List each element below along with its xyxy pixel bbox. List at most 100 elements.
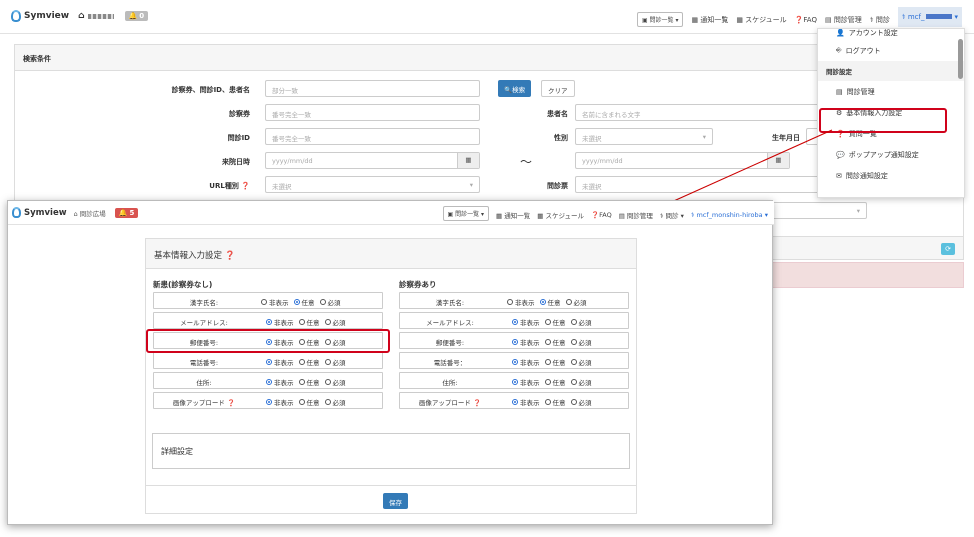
radio-circle[interactable]: [319, 299, 326, 305]
radio-option[interactable]: 任意: [293, 297, 315, 307]
radio-option[interactable]: 非表示: [507, 297, 535, 307]
radio-label: 必須: [327, 299, 341, 307]
field-row-2-4: 住所: 非表示 任意 必須: [399, 372, 629, 389]
radio-option[interactable]: 任意: [544, 397, 566, 407]
radio-label: 必須: [332, 319, 346, 327]
radio-circle[interactable]: [261, 299, 267, 305]
radio-circle[interactable]: [324, 359, 331, 365]
detail-settings-section[interactable]: 詳細設定: [152, 433, 630, 469]
radio-option[interactable]: 必須: [570, 377, 592, 387]
radio-option[interactable]: 任意: [298, 357, 320, 367]
radio-circle[interactable]: [298, 359, 305, 365]
radio-circle[interactable]: [570, 399, 577, 405]
radio-option[interactable]: 非表示: [261, 297, 289, 307]
field-label: 電話番号:: [189, 359, 219, 367]
radio-circle[interactable]: [324, 319, 331, 325]
highlight-postal-code-row: [146, 329, 390, 353]
radio-option[interactable]: 任意: [298, 317, 320, 327]
radio-circle[interactable]: [266, 399, 272, 405]
radio-option[interactable]: 非表示: [266, 377, 294, 387]
radio-option[interactable]: 必須: [570, 397, 592, 407]
radio-option[interactable]: 必須: [565, 297, 587, 307]
nav-link-interview-manage[interactable]: ▤ 問診管理: [619, 210, 653, 220]
field-label: メールアドレス:: [180, 319, 228, 327]
radio-option[interactable]: 必須: [324, 357, 346, 367]
radio-option[interactable]: 任意: [539, 297, 561, 307]
settings-title: 基本情報入力設定 ❓: [146, 239, 636, 269]
nav-link-notifications[interactable]: ▦ 通知一覧: [496, 210, 530, 220]
symview-logo-icon: [12, 207, 21, 218]
radio-option[interactable]: 必須: [570, 357, 592, 367]
radio-option[interactable]: 任意: [298, 377, 320, 387]
radio-circle[interactable]: [298, 379, 305, 385]
field-label: 電話番号：: [433, 359, 467, 367]
help-icon[interactable]: ❓: [471, 399, 481, 407]
radio-option[interactable]: 非表示: [266, 397, 294, 407]
radio-option[interactable]: 任意: [544, 357, 566, 367]
radio-option[interactable]: 任意: [544, 317, 566, 327]
radio-label: 任意: [306, 359, 320, 367]
radio-option[interactable]: 非表示: [512, 397, 540, 407]
radio-circle[interactable]: [544, 319, 551, 325]
radio-option[interactable]: 必須: [324, 397, 346, 407]
help-icon[interactable]: ❓: [225, 251, 236, 261]
radio-circle[interactable]: [298, 399, 305, 405]
radio-circle[interactable]: [507, 299, 513, 305]
radio-circle[interactable]: [324, 379, 331, 385]
notification-badge[interactable]: 🔔 5: [114, 207, 139, 218]
radio-circle[interactable]: [570, 359, 577, 365]
nav-link-faq[interactable]: ❓FAQ: [591, 211, 612, 219]
radio-option[interactable]: 任意: [544, 337, 566, 347]
radio-circle[interactable]: [544, 379, 551, 385]
radio-circle[interactable]: [565, 299, 572, 305]
nav-link-schedule[interactable]: ▦ スケジュール: [537, 210, 584, 220]
radio-circle[interactable]: [544, 359, 551, 365]
save-button[interactable]: 保存: [383, 493, 408, 509]
radio-circle[interactable]: [266, 359, 272, 365]
radio-option[interactable]: 必須: [570, 317, 592, 327]
radio-circle[interactable]: [293, 299, 300, 305]
user-menu[interactable]: ⚕ mcf_monshin-hiroba ▾: [691, 211, 768, 219]
brand-name: Symview: [24, 207, 67, 218]
radio-option[interactable]: 非表示: [266, 357, 294, 367]
field-label: 漢字氏名:: [435, 299, 465, 307]
radio-option[interactable]: 任意: [298, 397, 320, 407]
radio-option[interactable]: 非表示: [512, 317, 540, 327]
radio-option[interactable]: 任意: [544, 377, 566, 387]
radio-circle[interactable]: [512, 359, 518, 365]
radio-circle[interactable]: [266, 319, 272, 325]
radio-circle[interactable]: [570, 379, 577, 385]
radio-label: 非表示: [520, 319, 540, 327]
radio-label: 非表示: [520, 379, 540, 387]
radio-option[interactable]: 必須: [570, 337, 592, 347]
radio-circle[interactable]: [570, 339, 577, 345]
radio-circle[interactable]: [544, 339, 551, 345]
radio-option[interactable]: 必須: [324, 377, 346, 387]
help-icon[interactable]: ❓: [225, 399, 235, 407]
radio-circle[interactable]: [512, 399, 518, 405]
radio-label: 非表示: [274, 359, 294, 367]
radio-option[interactable]: 必須: [319, 297, 341, 307]
radio-circle[interactable]: [539, 299, 546, 305]
radio-option[interactable]: 非表示: [512, 357, 540, 367]
radio-option[interactable]: 非表示: [266, 317, 294, 327]
radio-circle[interactable]: [512, 379, 518, 385]
radio-option[interactable]: 非表示: [512, 337, 540, 347]
radio-circle[interactable]: [544, 399, 551, 405]
radio-option[interactable]: 必須: [324, 317, 346, 327]
radio-label: 必須: [332, 379, 346, 387]
radio-circle[interactable]: [570, 319, 577, 325]
radio-label: 必須: [578, 359, 592, 367]
radio-circle[interactable]: [298, 319, 305, 325]
radio-circle[interactable]: [324, 399, 331, 405]
field-label: 住所:: [442, 379, 458, 387]
radio-circle[interactable]: [512, 339, 518, 345]
radio-option[interactable]: 非表示: [512, 377, 540, 387]
radio-label: 任意: [306, 399, 320, 407]
nav-link-interview[interactable]: ⚕ 問診 ▾: [660, 210, 684, 220]
interview-list-select[interactable]: ▣ 問診一覧 ▾: [442, 206, 490, 221]
radio-circle[interactable]: [266, 379, 272, 385]
field-label: 画像アップロード ❓: [172, 399, 236, 407]
radio-circle[interactable]: [512, 319, 518, 325]
field-row-2-2: 郵便番号: 非表示 任意 必須: [399, 332, 629, 349]
